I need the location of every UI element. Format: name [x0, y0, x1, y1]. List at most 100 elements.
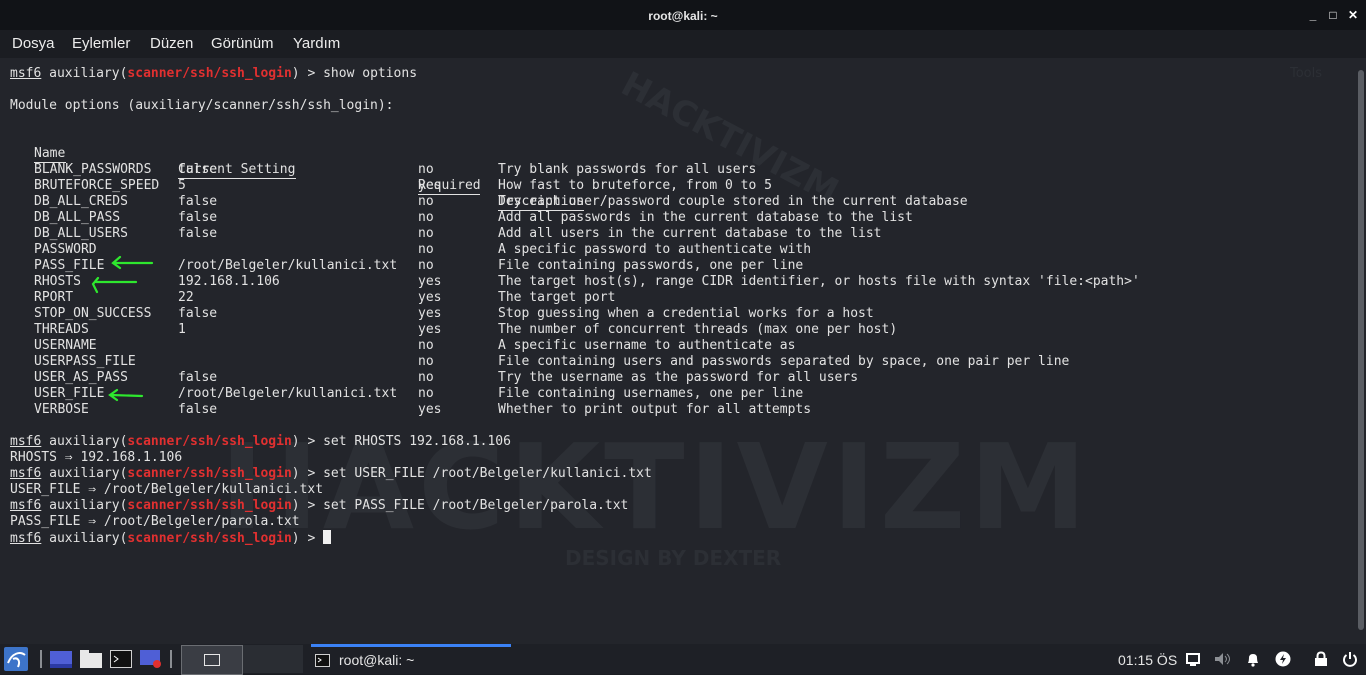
option-name: THREADS — [34, 322, 89, 337]
close-button[interactable]: ✕ — [1344, 6, 1362, 24]
option-row: STOP_ON_SUCCESS false yes Stop guessing whe… — [10, 306, 1310, 322]
option-description: File containing usernames, one per line — [498, 386, 804, 401]
watermark-design-text: DESIGN BY DEXTER — [565, 546, 782, 570]
option-required: yes — [418, 322, 442, 337]
option-value: 22 — [178, 290, 194, 305]
option-value: 5 — [178, 178, 186, 193]
option-name: USERNAME — [34, 338, 97, 353]
menu-eylemler[interactable]: Eylemler — [72, 35, 130, 52]
prompt-line: msf6 auxiliary(scanner/ssh/ssh_login) > … — [10, 66, 418, 81]
taskbar-window-button[interactable]: root@kali: ~ — [311, 644, 511, 674]
screen-recorder-icon[interactable] — [140, 650, 162, 668]
option-name: BRUTEFORCE_SPEED — [34, 178, 160, 193]
option-name: DB_ALL_USERS — [34, 226, 128, 241]
option-name: USERPASS_FILE — [34, 354, 136, 369]
option-value: /root/Belgeler/kullanici.txt — [178, 258, 398, 273]
notification-bell-icon[interactable] — [1246, 652, 1260, 667]
option-value: false — [178, 210, 218, 225]
menu-duzen[interactable]: Düzen — [150, 35, 193, 52]
option-row: PASS_FILE/root/Belgeler/kullanici.txt no F… — [10, 258, 1310, 274]
option-name: PASS_FILE — [34, 258, 105, 273]
kali-menu-icon[interactable] — [4, 647, 28, 671]
volume-icon[interactable] — [1214, 652, 1232, 666]
option-value: 192.168.1.106 — [178, 274, 280, 289]
option-row: PASSWORD no A specific password to authent… — [10, 242, 1310, 258]
option-required: yes — [418, 306, 442, 321]
taskbar: root@kali: ~ 01:15 ÖS — [0, 644, 1366, 675]
window-titlebar: root@kali: ~ _ □ ✕ — [0, 0, 1366, 30]
option-required: no — [418, 338, 434, 353]
terminal-area[interactable]: HACKTIVIZM HACKTIVIZM DESIGN BY DEXTER T… — [0, 58, 1356, 644]
minimize-button[interactable]: _ — [1304, 6, 1322, 24]
power-icon[interactable] — [1342, 651, 1358, 667]
file-manager-icon[interactable] — [80, 650, 102, 668]
option-row: DB_ALL_PASS false no Add all passwords in t… — [10, 210, 1310, 226]
option-required: no — [418, 386, 434, 401]
option-name: DB_ALL_PASS — [34, 210, 121, 225]
prompt-line: msf6 auxiliary(scanner/ssh/ssh_login) > … — [10, 498, 629, 513]
option-description: A specific username to authenticate as — [498, 338, 796, 353]
window-title: root@kali: ~ — [648, 9, 718, 23]
menu-yardim[interactable]: Yardım — [293, 35, 340, 52]
terminal-launcher-icon[interactable] — [110, 650, 132, 668]
module-options-heading: Module options (auxiliary/scanner/ssh/ss… — [10, 98, 394, 113]
option-value: false — [178, 226, 218, 241]
menu-bar: Dosya Eylemler Düzen Görünüm Yardım — [0, 30, 1366, 58]
option-description: Add all passwords in the current databas… — [498, 210, 913, 225]
option-row: USERPASS_FILE no File containing users and… — [10, 354, 1310, 370]
option-required: yes — [418, 274, 442, 289]
option-description: How fast to bruteforce, from 0 to 5 — [498, 178, 772, 193]
menu-gorunum[interactable]: Görünüm — [211, 35, 274, 52]
option-value: false — [178, 306, 218, 321]
option-row: USER_FILE/root/Belgeler/kullanici.txt no F… — [10, 386, 1310, 402]
workspace-1-button[interactable] — [181, 645, 243, 675]
terminal-cursor — [323, 530, 332, 544]
scrollbar-thumb[interactable] — [1358, 70, 1364, 630]
option-name: VERBOSE — [34, 402, 89, 417]
option-row: USERNAME no A specific username to authent… — [10, 338, 1310, 354]
option-name: DB_ALL_CREDS — [34, 194, 128, 209]
menu-dosya[interactable]: Dosya — [12, 35, 55, 52]
option-row: BLANK_PASSWORDS false no Try blank password… — [10, 162, 1310, 178]
display-icon[interactable] — [1186, 653, 1200, 666]
option-required: yes — [418, 290, 442, 305]
option-name: USER_FILE — [34, 386, 105, 401]
option-name: RPORT — [34, 290, 74, 305]
show-desktop-icon[interactable] — [50, 651, 72, 668]
workspace-window-icon — [204, 654, 220, 666]
option-required: no — [418, 226, 434, 241]
options-table-header: Name Current Setting Required Descriptio… — [10, 130, 1210, 211]
terminal-scrollbar[interactable] — [1356, 58, 1366, 644]
option-description: A specific password to authenticate with — [498, 242, 812, 257]
option-required: yes — [418, 178, 442, 193]
option-description: The target host(s), range CIDR identifie… — [498, 274, 1140, 289]
prompt-line: msf6 auxiliary(scanner/ssh/ssh_login) > … — [10, 466, 652, 481]
lock-screen-icon[interactable] — [1314, 651, 1328, 667]
pass-file-annotation-arrow-icon — [111, 255, 154, 270]
option-name: PASSWORD — [34, 242, 97, 257]
maximize-button[interactable]: □ — [1324, 6, 1342, 24]
option-value: false — [178, 162, 218, 177]
workspace-2-button[interactable] — [243, 645, 303, 673]
option-required: no — [418, 194, 434, 209]
option-value: /root/Belgeler/kullanici.txt — [178, 386, 398, 401]
desktop-tools-label: Tools — [1290, 66, 1323, 81]
option-description: The number of concurrent threads (max on… — [498, 322, 898, 337]
option-name: BLANK_PASSWORDS — [34, 162, 152, 177]
option-value: false — [178, 370, 218, 385]
option-value: false — [178, 194, 218, 209]
command-output: USER_FILE ⇒ /root/Belgeler/kullanici.txt — [10, 482, 324, 497]
clock[interactable]: 01:15 ÖS — [1118, 652, 1177, 668]
option-required: no — [418, 162, 434, 177]
user-file-annotation-arrow-icon — [108, 388, 144, 402]
option-required: no — [418, 370, 434, 385]
option-row: THREADS 1 yes The number of concurrent thre… — [10, 322, 1310, 338]
option-value: 1 — [178, 322, 186, 337]
power-manager-icon[interactable] — [1275, 651, 1291, 667]
prompt-line: msf6 auxiliary(scanner/ssh/ssh_login) > … — [10, 434, 511, 449]
option-description: Try each user/password couple stored in … — [498, 194, 968, 209]
command-output: RHOSTS ⇒ 192.168.1.106 — [10, 450, 183, 465]
option-row: DB_ALL_CREDS false no Try each user/passwor… — [10, 194, 1310, 210]
option-required: no — [418, 210, 434, 225]
active-prompt-line[interactable]: msf6 auxiliary(scanner/ssh/ssh_login) > — [10, 530, 332, 546]
